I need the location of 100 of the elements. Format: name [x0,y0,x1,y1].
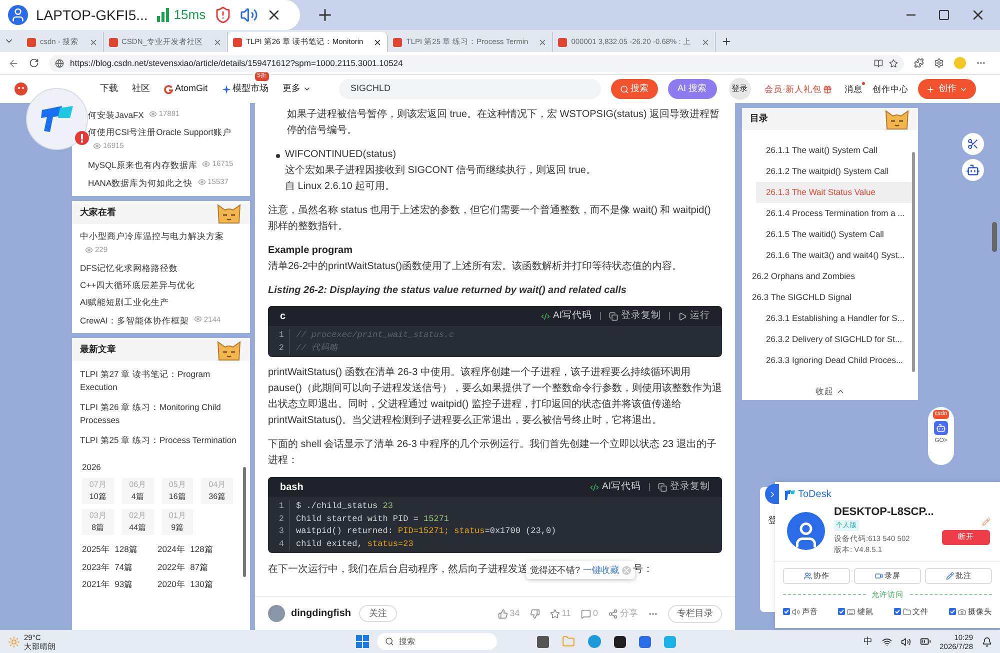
article-link[interactable]: 何安装JavaFX [88,110,144,120]
member-link[interactable]: 会员·新人礼包 [764,82,832,96]
notification-icon[interactable] [982,636,992,646]
collapse-button[interactable]: 收起 [742,382,918,400]
screenshot-icon[interactable] [962,133,984,155]
toc-item[interactable]: 26.1.2 The waitpid() System Call [756,161,912,182]
toc-item[interactable]: 26.1.5 The waitid() System Call [756,224,912,245]
ai-code-button[interactable]: AI写代码 [541,308,592,324]
task-view-icon[interactable] [537,636,549,648]
article-link[interactable]: CrewAI：多智能体协作框架 [80,315,189,325]
signal-icon [156,8,170,22]
article-link[interactable]: TLPI 第26 章 练习：Monitoring Child Processes [80,401,242,427]
article-link[interactable]: HANA数据库为何如此之快 [88,178,193,188]
copy-button[interactable]: 登录复制 [658,480,710,494]
address-field[interactable]: https://blog.csdn.net/stevensxiao/article/details/159471612?spm=1000.2115.3001.10524 [49,54,904,72]
search-icon [385,637,394,646]
favorite-link[interactable]: 一键收藏 [583,562,620,578]
messages-link[interactable]: 消息 [844,82,862,96]
article-link[interactable]: 中小型商户冷库温控与电力解决方案 [80,231,224,241]
article-link[interactable]: DFS记忆化求网格路径数 [80,262,178,272]
nav-link[interactable]: AtomGit [164,82,208,96]
year-archive[interactable]: 2020年 130篇 [158,578,233,591]
creator-center-link[interactable]: 创作中心 [872,82,908,96]
refresh-icon[interactable] [29,58,39,68]
copy-button[interactable]: 登录复制 [609,308,661,324]
ai-code-button[interactable]: AI写代码 [590,480,641,494]
close-icon[interactable] [373,38,382,46]
bookmark-icon[interactable] [889,58,898,68]
settings-icon[interactable] [934,58,944,68]
toc-item[interactable]: 26.2 Orphans and Zombies [742,266,912,287]
new-tab-icon[interactable] [720,36,732,47]
article-link[interactable]: MySQL原来也有内存数据库 [88,160,198,170]
toc-item[interactable]: 26.1.3 The Wait Status Value [756,182,912,203]
speaker-icon[interactable] [240,6,258,24]
toc-item[interactable]: 26.1.4 Process Termination from a ... [756,203,912,224]
follow-button[interactable]: 关注 [359,605,397,622]
article-link[interactable]: C++四大循环底层差异与优化 [80,280,196,290]
month-archive[interactable]: 04月 36篇 [201,478,233,504]
month-archive[interactable]: 06月 4篇 [122,478,154,504]
ime-indicator[interactable]: 中 [864,634,873,648]
login-button[interactable]: 登录 [728,78,751,100]
column-toc-button[interactable]: 专栏目录 [668,604,722,622]
gift-icon [823,84,832,94]
nav-link[interactable]: 模型市场 [222,82,269,96]
view-icon [198,178,206,186]
code-language: bash [280,480,304,494]
toc-item[interactable]: 26.3 The SIGCHLD Signal [742,287,912,308]
app-icon[interactable] [614,636,626,648]
windows-start-icon[interactable] [356,635,369,648]
toc-item[interactable]: 26.1.1 The wait() System Call [756,140,912,161]
month-archive[interactable]: 02月 44篇 [122,508,154,535]
nav-link[interactable]: 更多 [282,82,311,96]
month-archive[interactable]: 05月 16篇 [162,478,194,504]
battery-icon[interactable] [920,636,931,647]
extension-icon[interactable] [914,58,924,68]
bullet-icon [276,154,280,158]
month-archive[interactable]: 07月 10篇 [82,478,114,504]
article-link[interactable]: TLPI 第27 章 读书笔记：Program Execution [80,368,242,394]
year-archive[interactable]: 2022年 87篇 [158,560,233,574]
toc-item[interactable]: 26.3.3 Ignoring Dead Child Proces... [756,350,912,371]
assistant-icon[interactable] [962,159,984,181]
back-icon[interactable] [8,58,19,68]
code-icon [541,312,550,320]
nav-link[interactable]: 社区 [132,82,150,96]
permission-checkbox[interactable] [948,608,956,616]
article-link[interactable]: TLPI 第25 章 练习：Process Termination [80,434,242,447]
taskbar-search-field[interactable]: 搜索 [377,633,497,650]
year-archive[interactable]: 2025年 128篇 [82,542,158,556]
wifi-icon[interactable] [882,636,892,646]
macro-name: WIFCONTINUED(status) [285,148,398,162]
toc-item[interactable]: 26.3.2 Delivery of SIGCHLD for St... [756,329,912,350]
copy-icon [658,482,667,492]
year-archive[interactable]: 2024年 128篇 [158,542,233,556]
shield-icon[interactable] [214,6,232,24]
permission-checkbox[interactable] [838,608,846,616]
article-link[interactable]: AI赋能短剧工业化生产 [80,296,170,306]
toc-item[interactable]: 26.1.6 The wait3() and wait4() Syst... [756,245,912,266]
dislike-icon[interactable] [530,608,540,618]
permission-checkbox[interactable] [894,608,901,616]
run-button[interactable]: 运行 [678,308,710,324]
volume-icon[interactable] [900,636,911,646]
code-line: Child started with PID = 15271 [296,512,450,525]
year-archive[interactable]: 2021年 93篇 [82,578,158,591]
nav-link[interactable]: 下载 [100,82,118,96]
month-archive[interactable]: 03月 8篇 [82,508,114,535]
search-field[interactable]: SIGCHLD [338,79,601,99]
site-logo-icon [14,82,28,96]
year-archive[interactable]: 2023年 74篇 [82,560,158,574]
month-archive[interactable]: 01月 9篇 [162,508,194,535]
reader-icon[interactable] [874,58,883,68]
permission-checkbox[interactable] [783,608,790,616]
article-link[interactable]: 何使用CSI号注册Oracle Support账户 [88,127,232,137]
page-scrollbar-thumb [992,222,997,252]
collapse-panel-button[interactable] [765,484,779,504]
add-icon[interactable] [316,6,334,24]
browser-icon[interactable] [588,635,601,648]
line-number: 2 [268,342,290,354]
maximize-icon[interactable] [938,9,950,21]
author-name[interactable]: dingdingfish [291,606,351,621]
toc-item[interactable]: 26.3.1 Establishing a Handler for S... [756,308,912,329]
